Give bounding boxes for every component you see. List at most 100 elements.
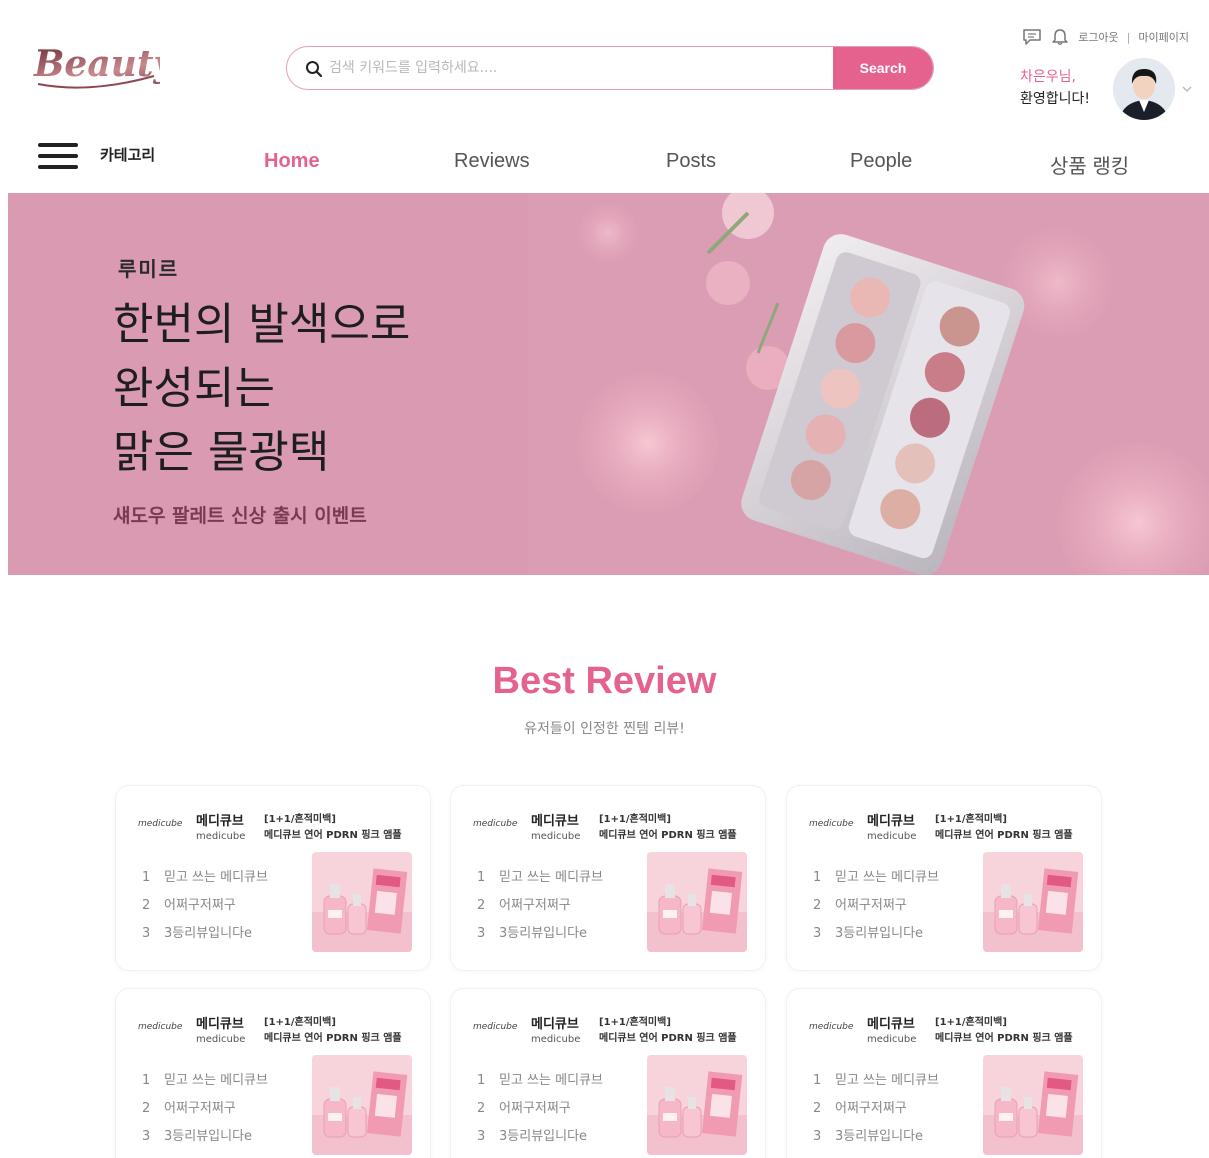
product-tag: [1+1/흔적미백]: [599, 1017, 671, 1028]
review-rank: 3: [813, 1129, 822, 1144]
review-rank: 1: [142, 870, 151, 885]
brand-name-ko: 메디큐브: [531, 814, 579, 829]
brand-logo: medicube: [809, 819, 854, 829]
list-item[interactable]: 3 3등리뷰입니다e: [813, 1123, 939, 1151]
brand-logo: medicube: [138, 1022, 183, 1032]
product-name: 메디큐브 연어 PDRN 핑크 앰플: [264, 830, 402, 841]
search-input[interactable]: [329, 47, 809, 89]
list-item[interactable]: 3 3등리뷰입니다e: [477, 920, 603, 948]
list-item[interactable]: 2 어쩌구저쩌구: [477, 892, 603, 920]
review-rank: 3: [477, 1129, 486, 1144]
brand-logo: medicube: [809, 1022, 854, 1032]
review-text: 믿고 쓰는 메디큐브: [164, 870, 268, 885]
review-text: 어쩌구저쩌구: [499, 1101, 571, 1116]
review-text: 어쩌구저쩌구: [835, 898, 907, 913]
product-name: 메디큐브 연어 PDRN 핑크 앰플: [599, 1033, 737, 1044]
brand-name-ko: 메디큐브: [531, 1017, 579, 1032]
list-item[interactable]: 1 믿고 쓰는 메디큐브: [813, 1067, 939, 1095]
list-item[interactable]: 3 3등리뷰입니다e: [142, 1123, 268, 1151]
product-name: 메디큐브 연어 PDRN 핑크 앰플: [935, 1033, 1073, 1044]
review-rank: 1: [477, 1073, 486, 1088]
category-label[interactable]: 카테고리: [100, 144, 155, 165]
list-item[interactable]: 2 어쩌구저쩌구: [813, 1095, 939, 1123]
product-name: 메디큐브 연어 PDRN 핑크 앰플: [599, 830, 737, 841]
review-list: 1 믿고 쓰는 메디큐브 2 어쩌구저쩌구 3 3등리뷰입니다e: [813, 1067, 939, 1151]
hero-title-line: 한번의 발색으로: [113, 299, 411, 350]
review-text: 3등리뷰입니다e: [164, 1129, 253, 1144]
list-item[interactable]: 1 믿고 쓰는 메디큐브: [477, 864, 603, 892]
mypage-link[interactable]: 마이페이지: [1138, 29, 1189, 45]
review-rank: 1: [142, 1073, 151, 1088]
header: BeautyTalk Search 로그아웃 | 마이페이지 차은우님, 환영합…: [8, 8, 1209, 193]
product-image[interactable]: [983, 852, 1083, 952]
review-list: 1 믿고 쓰는 메디큐브 2 어쩌구저쩌구 3 3등리뷰입니다e: [142, 1067, 268, 1151]
beautytalk-logo[interactable]: BeautyTalk: [30, 26, 160, 96]
product-image[interactable]: [312, 852, 412, 952]
nav-posts[interactable]: Posts: [666, 150, 716, 173]
nav-product-ranking[interactable]: 상품 랭킹: [1050, 150, 1129, 179]
avatar[interactable]: [1113, 58, 1175, 120]
list-item[interactable]: 1 믿고 쓰는 메디큐브: [477, 1067, 603, 1095]
review-card[interactable]: medicube 메디큐브 medicube [1+1/흔적미백] 메디큐브 연…: [115, 785, 431, 971]
best-review-title: Best Review: [492, 660, 717, 702]
brand-name-en: medicube: [196, 831, 246, 842]
review-rank: 3: [142, 1129, 151, 1144]
list-item[interactable]: 1 믿고 쓰는 메디큐브: [142, 864, 268, 892]
product-image[interactable]: [647, 1055, 747, 1155]
avatar-image: [1113, 58, 1175, 120]
list-item[interactable]: 2 어쩌구저쩌구: [142, 892, 268, 920]
review-rank: 2: [813, 898, 822, 913]
brand-logo: medicube: [473, 819, 518, 829]
chat-icon[interactable]: [1022, 28, 1042, 46]
review-text: 3등리뷰입니다e: [499, 926, 588, 941]
logout-link[interactable]: 로그아웃: [1078, 29, 1118, 45]
list-item[interactable]: 3 3등리뷰입니다e: [477, 1123, 603, 1151]
list-item[interactable]: 2 어쩌구저쩌구: [813, 892, 939, 920]
chevron-down-icon[interactable]: [1181, 84, 1193, 94]
review-rank: 2: [142, 898, 151, 913]
review-rank: 1: [477, 870, 486, 885]
list-item[interactable]: 2 어쩌구저쩌구: [477, 1095, 603, 1123]
list-item[interactable]: 1 믿고 쓰는 메디큐브: [813, 864, 939, 892]
search-bar: Search: [286, 46, 934, 90]
search-icon: [306, 61, 323, 78]
brand-name-ko: 메디큐브: [867, 1017, 915, 1032]
product-name: 메디큐브 연어 PDRN 핑크 앰플: [935, 830, 1073, 841]
menu-icon[interactable]: [38, 143, 80, 173]
review-rank: 2: [142, 1101, 151, 1116]
review-list: 1 믿고 쓰는 메디큐브 2 어쩌구저쩌구 3 3등리뷰입니다e: [477, 1067, 603, 1151]
list-item[interactable]: 3 3등리뷰입니다e: [813, 920, 939, 948]
review-card[interactable]: medicube 메디큐브 medicube [1+1/흔적미백] 메디큐브 연…: [786, 785, 1102, 971]
nav-reviews[interactable]: Reviews: [454, 150, 530, 173]
list-item[interactable]: 3 3등리뷰입니다e: [142, 920, 268, 948]
brand-name-en: medicube: [531, 831, 581, 842]
review-rank: 2: [477, 898, 486, 913]
review-card[interactable]: medicube 메디큐브 medicube [1+1/흔적미백] 메디큐브 연…: [786, 988, 1102, 1158]
hero-brand: 루미르: [118, 257, 180, 281]
list-item[interactable]: 2 어쩌구저쩌구: [142, 1095, 268, 1123]
brand-name-ko: 메디큐브: [867, 814, 915, 829]
review-text: 3등리뷰입니다e: [835, 926, 924, 941]
product-image[interactable]: [647, 852, 747, 952]
brand-name-en: medicube: [196, 1034, 246, 1045]
review-card[interactable]: medicube 메디큐브 medicube [1+1/흔적미백] 메디큐브 연…: [450, 785, 766, 971]
hero-banner[interactable]: 루미르 한번의 발색으로 완성되는 맑은 물광택 섀도우 팔레트 신상 출시 이…: [8, 193, 1209, 575]
utility-links: 로그아웃 | 마이페이지: [1022, 28, 1189, 46]
welcome-greeting: 환영합니다!: [1020, 91, 1091, 107]
review-card[interactable]: medicube 메디큐브 medicube [1+1/흔적미백] 메디큐브 연…: [450, 988, 766, 1158]
bell-icon[interactable]: [1050, 28, 1070, 46]
nav-home[interactable]: Home: [264, 150, 320, 173]
product-tag: [1+1/흔적미백]: [264, 814, 336, 825]
review-text: 어쩌구저쩌구: [164, 898, 236, 913]
review-rank: 3: [477, 926, 486, 941]
product-image[interactable]: [983, 1055, 1083, 1155]
nav-people[interactable]: People: [850, 150, 912, 173]
list-item[interactable]: 1 믿고 쓰는 메디큐브: [142, 1067, 268, 1095]
review-text: 믿고 쓰는 메디큐브: [499, 1073, 603, 1088]
review-rank: 1: [813, 1073, 822, 1088]
search-button[interactable]: Search: [833, 47, 933, 89]
review-rank: 2: [477, 1101, 486, 1116]
user-name: 차은우님,: [1020, 69, 1076, 85]
product-image[interactable]: [312, 1055, 412, 1155]
review-card[interactable]: medicube 메디큐브 medicube [1+1/흔적미백] 메디큐브 연…: [115, 988, 431, 1158]
